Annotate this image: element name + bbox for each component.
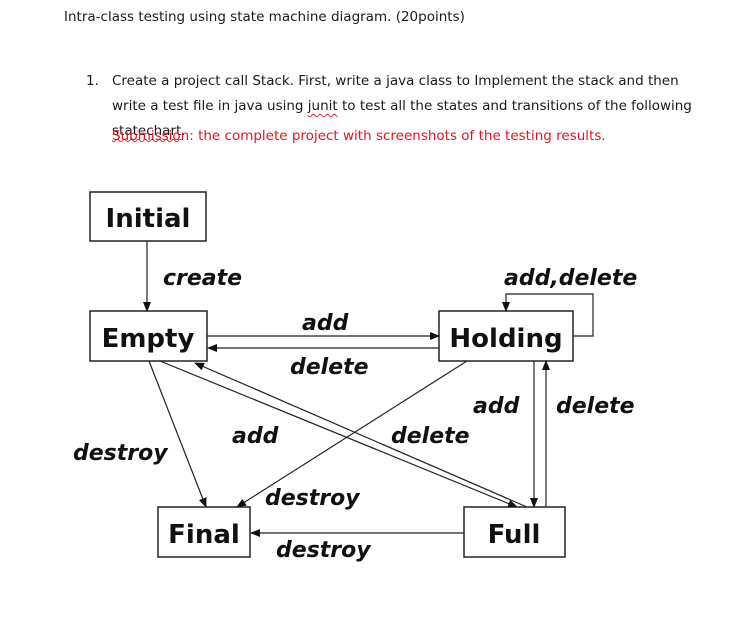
label-full-to-holding-delete: delete xyxy=(556,394,635,419)
state-empty: Empty xyxy=(89,310,208,362)
label-holding-self-add-delete: add,delete xyxy=(504,266,637,291)
label-empty-to-full-add: add xyxy=(232,424,279,449)
label-empty-to-holding-add: add xyxy=(302,311,349,336)
transition-empty-to-final xyxy=(148,360,207,508)
label-holding-to-final-destroy: destroy xyxy=(265,486,361,511)
state-empty-label: Empty xyxy=(102,324,195,354)
state-holding-label: Holding xyxy=(449,324,562,354)
label-holding-to-full-add: add xyxy=(473,394,520,419)
label-holding-to-empty-delete: delete xyxy=(290,355,369,380)
label-create: create xyxy=(163,266,242,291)
label-empty-to-final-destroy: destroy xyxy=(73,441,169,466)
label-full-to-final-destroy: destroy xyxy=(276,538,372,563)
state-initial: Initial xyxy=(89,191,207,242)
state-initial-label: Initial xyxy=(106,204,191,234)
state-final: Final xyxy=(157,506,251,558)
state-full: Full xyxy=(463,506,566,558)
label-full-to-empty-delete: delete xyxy=(391,424,470,449)
state-final-label: Final xyxy=(168,520,240,550)
state-machine-diagram: Initial Empty Holding Final Full create … xyxy=(73,191,637,563)
state-holding: Holding xyxy=(438,310,574,362)
state-full-label: Full xyxy=(488,520,541,550)
